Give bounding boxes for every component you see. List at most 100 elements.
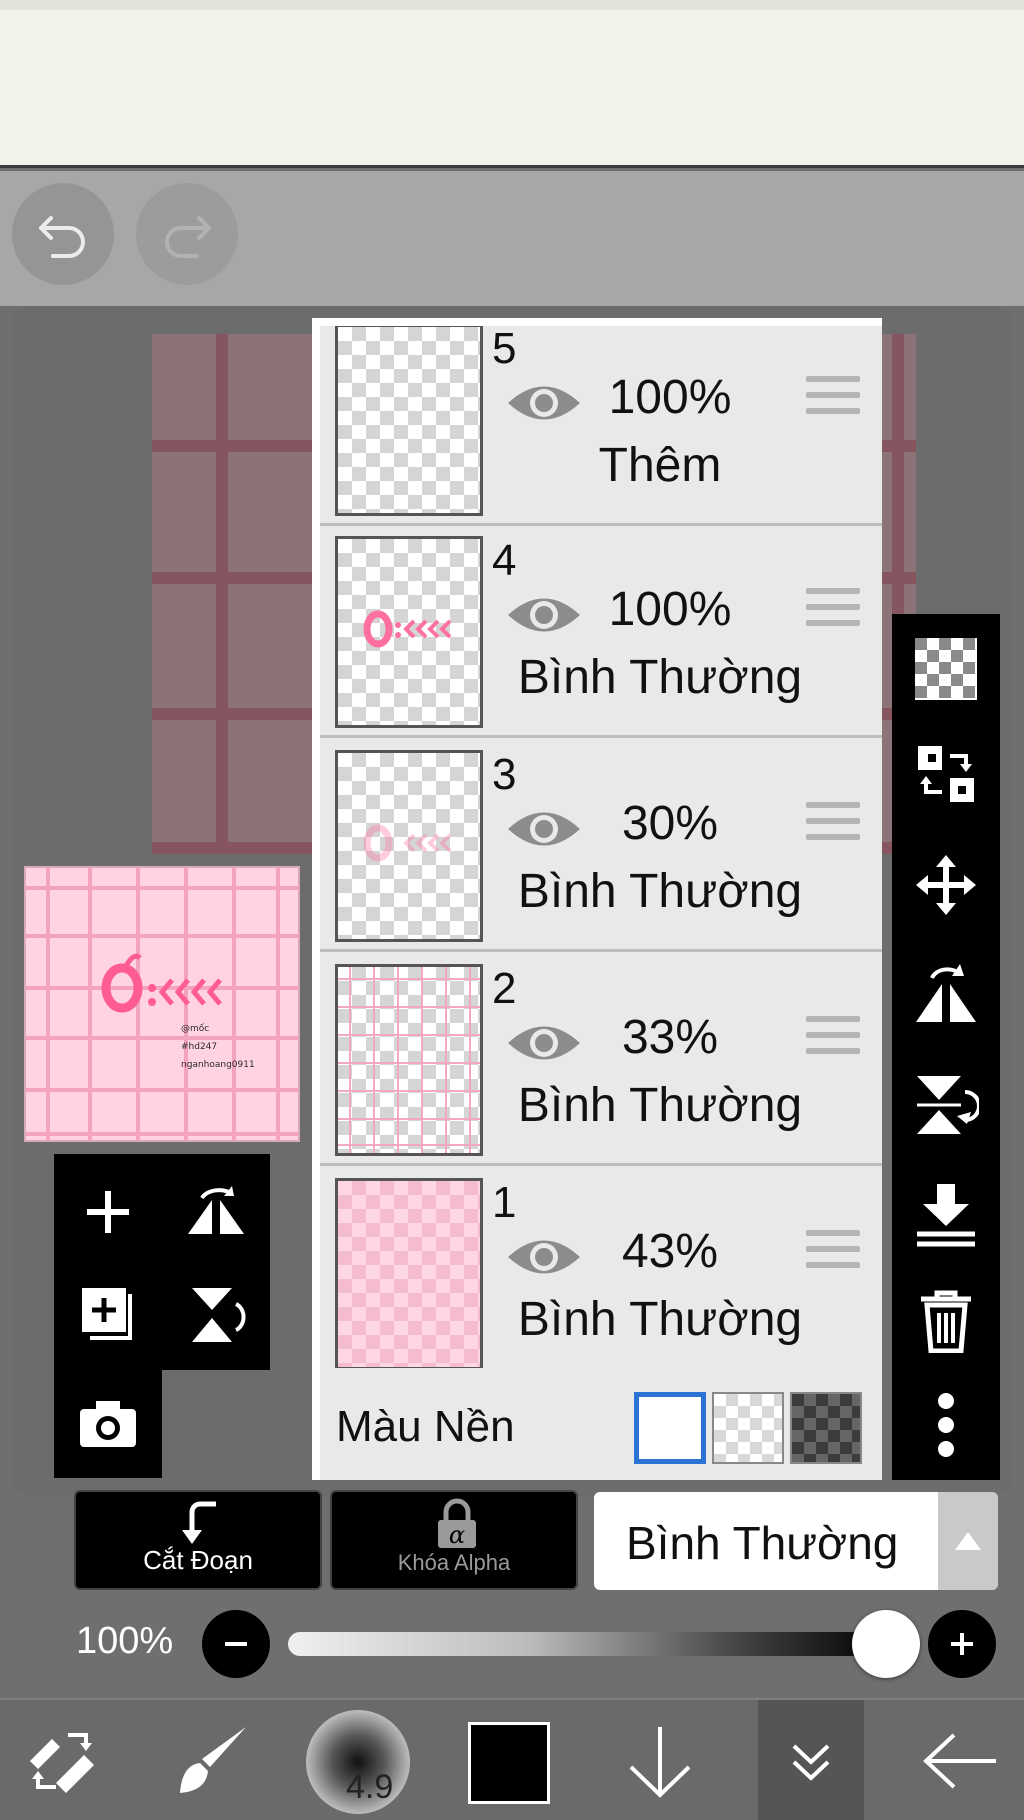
grid-line	[88, 868, 92, 1140]
layer-blend-mode[interactable]: Bình Thường	[510, 1292, 810, 1347]
more-options-button[interactable]	[892, 1380, 1000, 1470]
undo-icon	[39, 216, 85, 258]
chevron-double-down-icon	[792, 1744, 830, 1781]
layer-thumbnail[interactable]	[335, 750, 483, 942]
layer-opacity[interactable]: 100%	[560, 582, 780, 637]
swap-icon	[918, 746, 974, 802]
plus-icon	[951, 1633, 973, 1655]
opacity-slider-handle[interactable]	[852, 1610, 920, 1678]
flip-vertical-icon	[917, 1076, 979, 1134]
redo-icon	[165, 216, 211, 258]
layer-blend-mode[interactable]: Bình Thường	[510, 864, 810, 919]
move-icon	[916, 855, 976, 915]
alpha-lock-button[interactable]: α Khóa Alpha	[330, 1490, 578, 1590]
redo-button[interactable]	[136, 183, 238, 285]
layer-row-3[interactable]: 3 30% Bình Thường	[320, 740, 882, 952]
opacity-slider-track[interactable]	[288, 1632, 888, 1656]
bottom-toolbar: 4.9	[0, 1698, 1024, 1820]
layer-down-button[interactable]	[612, 1700, 708, 1820]
move-button[interactable]	[892, 840, 1000, 930]
color-picker-swatch[interactable]	[468, 1722, 550, 1804]
layer-row-4[interactable]: 4 100% Bình Thường	[320, 526, 882, 738]
swap-layer-button[interactable]	[892, 730, 1000, 820]
preview-caption: #hd247	[181, 1042, 218, 1052]
layer-number: 2	[492, 964, 517, 1013]
flip-layer-vertical-button[interactable]	[162, 1264, 270, 1364]
background-color-label: Màu Nền	[336, 1402, 515, 1451]
undo-button[interactable]	[12, 183, 114, 285]
layer-number: 5	[492, 326, 517, 373]
background-dark-swatch[interactable]	[790, 1392, 862, 1464]
more-vertical-icon	[938, 1393, 954, 1457]
layer-row-5[interactable]: 5 100% Thêm	[320, 326, 882, 526]
flip-horizontal-button[interactable]	[892, 950, 1000, 1040]
delete-layer-button[interactable]	[892, 1276, 1000, 1366]
layer-blend-mode[interactable]: Thêm	[510, 438, 810, 493]
brush-size-indicator[interactable]: 4.9	[306, 1710, 410, 1814]
add-layer-button[interactable]	[54, 1164, 162, 1260]
drag-handle-icon[interactable]	[806, 1230, 860, 1274]
layer-thumbnail[interactable]	[335, 536, 483, 728]
preview-caption: @mốc	[181, 1024, 210, 1034]
brush-button[interactable]	[164, 1700, 260, 1820]
artwork-logo	[363, 610, 452, 648]
tool-switch-button[interactable]	[14, 1700, 110, 1820]
drag-handle-icon[interactable]	[806, 802, 860, 846]
layer-thumbnail[interactable]	[335, 1178, 483, 1370]
svg-text:α: α	[449, 1521, 465, 1549]
brush-eraser-switch-icon	[30, 1733, 94, 1793]
trash-icon	[921, 1290, 971, 1353]
blend-mode-select[interactable]: Bình Thường	[594, 1492, 998, 1590]
flip-vertical-button[interactable]	[892, 1060, 1000, 1150]
minus-icon	[225, 1642, 247, 1646]
top-area	[0, 0, 1024, 168]
camera-button[interactable]	[54, 1374, 162, 1474]
merge-down-button[interactable]	[892, 1170, 1000, 1260]
layers-toggle-button[interactable]	[758, 1700, 864, 1820]
preview-caption: nganhoang0911	[181, 1060, 255, 1070]
flip-layer-horizontal-button[interactable]	[162, 1164, 270, 1260]
background-transparent-swatch[interactable]	[712, 1392, 784, 1464]
layer-thumbnail[interactable]	[335, 964, 483, 1156]
layer-blend-mode[interactable]: Bình Thường	[510, 1078, 810, 1133]
arrow-left-icon	[923, 1733, 996, 1789]
background-color-row: Màu Nền	[320, 1368, 882, 1480]
opacity-increase-button[interactable]	[928, 1610, 996, 1678]
layer-opacity[interactable]: 30%	[560, 796, 780, 851]
drag-handle-icon[interactable]	[806, 1016, 860, 1060]
clipping-button[interactable]: Cắt Đoạn	[74, 1490, 322, 1590]
flip-horizontal-icon	[188, 1186, 244, 1234]
layer-opacity[interactable]: 100%	[560, 370, 780, 425]
grid-line	[216, 334, 228, 854]
layer-blend-mode[interactable]: Bình Thường	[510, 650, 810, 705]
layer-thumbnail[interactable]	[335, 326, 483, 516]
lock-icon: α	[438, 1498, 476, 1549]
layer-opacity[interactable]: 43%	[560, 1224, 780, 1279]
opacity-value: 100%	[76, 1620, 174, 1662]
grid-pattern	[338, 967, 480, 1153]
layer-opacity[interactable]: 33%	[560, 1010, 780, 1065]
plus-icon	[87, 1191, 129, 1233]
transparency-button[interactable]	[892, 624, 1000, 714]
top-divider	[0, 0, 1024, 10]
drag-handle-icon[interactable]	[806, 376, 860, 420]
dropdown-arrow-icon[interactable]	[938, 1492, 998, 1590]
flip-horizontal-icon	[916, 964, 976, 1022]
history-bar	[0, 171, 1024, 306]
layer-row-1[interactable]: 1 43% Bình Thường	[320, 1168, 882, 1380]
back-button[interactable]	[910, 1700, 1010, 1820]
opacity-decrease-button[interactable]	[202, 1610, 270, 1678]
duplicate-layer-button[interactable]	[54, 1264, 162, 1364]
background-white-swatch[interactable]	[634, 1392, 706, 1464]
artwork-logo	[101, 953, 222, 1013]
merge-down-icon	[917, 1184, 975, 1247]
drag-handle-icon[interactable]	[806, 588, 860, 632]
grid-line	[276, 868, 280, 1140]
canvas-preview[interactable]: @mốc #hd247 nganhoang0911	[24, 866, 300, 1142]
flip-vertical-icon	[192, 1288, 246, 1342]
artwork-logo	[363, 824, 452, 862]
blend-mode-value: Bình Thường	[626, 1517, 899, 1569]
grid-line	[26, 886, 298, 890]
layer-row-2[interactable]: 2 33% Bình Thường	[320, 954, 882, 1166]
layers-list: 5 100% Thêm 4 100% Bình Thường 3 30% Bìn…	[320, 326, 882, 1480]
